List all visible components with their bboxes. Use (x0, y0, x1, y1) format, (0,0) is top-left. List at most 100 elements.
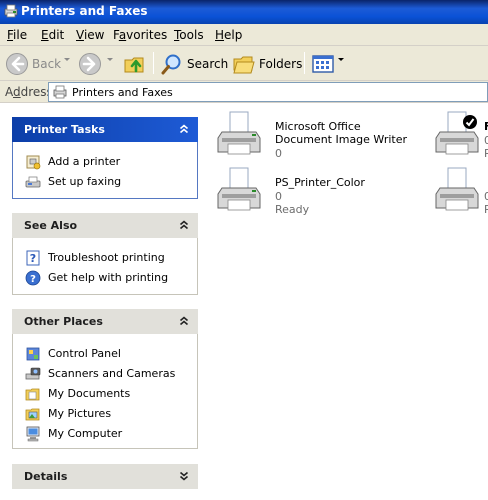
menu-favorites[interactable]: Favorites (113, 28, 167, 42)
printer-docs: 0 (484, 190, 488, 203)
menu-tools-label: ools (179, 28, 204, 42)
address-bar: Address Printers and Faxes (0, 81, 488, 103)
printer-tasks-panel: Printer Tasks Add a printer Set up faxin… (12, 117, 198, 199)
views-icon (312, 55, 334, 73)
menu-view[interactable]: View (76, 28, 104, 42)
address-value: Printers and Faxes (72, 86, 173, 99)
window-title: Printers and Faxes (21, 4, 148, 18)
collapse-chevron-icon[interactable] (177, 122, 191, 136)
pictures-folder-icon (25, 408, 40, 421)
printer-name: F (484, 120, 488, 133)
menu-view-label: iew (83, 28, 105, 42)
menu-edit-label: dit (48, 28, 65, 42)
get-help-printing-label: Get help with printing (48, 271, 169, 284)
printer-item[interactable]: PS_Printer_Color 0 Ready (216, 166, 416, 222)
details-panel: Details (12, 464, 198, 489)
set-up-faxing-label: Set up faxing (48, 175, 122, 188)
computer-icon (26, 426, 40, 442)
printer-docs: 0 (275, 147, 282, 160)
default-printer-check-icon (463, 115, 477, 129)
printer-icon (217, 111, 261, 155)
toolbar-separator (304, 52, 305, 74)
menu-tools[interactable]: Tools (174, 28, 204, 42)
menu-bar: File Edit View Favorites Tools Help (0, 24, 488, 46)
menu-help-label: elp (224, 28, 243, 42)
search-button[interactable]: Search (158, 50, 228, 77)
folders-label: Folders (259, 57, 303, 71)
address-label-accel: d (13, 85, 21, 99)
toolbar: Back Search Folders (0, 46, 488, 81)
printers-folder-icon (53, 85, 67, 99)
menu-favorites-label: vorites (126, 28, 168, 42)
see-also-header[interactable]: See Also (12, 213, 198, 238)
fax-icon (25, 176, 41, 188)
printer-docs: 0 (275, 190, 282, 203)
menu-edit[interactable]: Edit (41, 28, 64, 42)
details-header[interactable]: Details (12, 464, 198, 489)
add-printer-icon (26, 155, 41, 170)
add-printer-label: Add a printer (48, 155, 121, 168)
up-folder-button[interactable] (121, 50, 149, 77)
back-button[interactable]: Back (3, 50, 71, 77)
printer-status: R (484, 147, 488, 160)
printer-status: Ready (275, 203, 310, 216)
printer-list: Microsoft Office Document Image Writer 0… (208, 104, 488, 500)
printer-item[interactable]: F 0 R (434, 110, 488, 166)
printer-status: R (484, 203, 488, 216)
troubleshoot-printing-label: Troubleshoot printing (48, 251, 165, 264)
control-panel-label: Control Panel (48, 347, 121, 360)
documents-folder-icon (25, 388, 40, 401)
see-also-title: See Also (24, 219, 78, 232)
my-computer-label: My Computer (48, 427, 123, 440)
see-also-panel: See Also ? Troubleshoot printing ? Get h… (12, 213, 198, 295)
printer-item[interactable]: 0 R (434, 166, 488, 222)
back-label: Back (32, 57, 62, 71)
address-field[interactable]: Printers and Faxes (48, 82, 488, 102)
svg-text:?: ? (30, 252, 36, 265)
printer-tasks-body: Add a printer Set up faxing (12, 142, 198, 199)
scanner-icon (25, 367, 41, 380)
menu-file[interactable]: File (7, 28, 27, 42)
my-pictures-label: My Pictures (48, 407, 112, 420)
other-places-title: Other Places (24, 315, 103, 328)
expand-chevron-icon[interactable] (177, 469, 191, 483)
printer-icon (435, 167, 479, 211)
printer-docs: 0 (484, 134, 488, 147)
help-book-icon: ? (26, 250, 40, 266)
task-pane: Printer Tasks Add a printer Set up faxin… (0, 104, 208, 500)
help-icon: ? (25, 270, 41, 286)
menu-edit-accel: E (41, 28, 49, 42)
svg-text:?: ? (30, 274, 36, 285)
back-arrow-icon (6, 53, 28, 75)
menu-help[interactable]: Help (215, 28, 242, 42)
views-button[interactable] (309, 50, 345, 77)
folders-icon (233, 56, 255, 74)
search-icon (161, 54, 181, 75)
menu-view-accel: V (76, 28, 84, 42)
address-label: Address (5, 85, 53, 99)
control-panel-icon (26, 347, 40, 361)
scanners-cameras-label: Scanners and Cameras (48, 367, 176, 380)
collapse-chevron-icon[interactable] (177, 314, 191, 328)
other-places-panel: Other Places Control Panel Scanners and (12, 309, 198, 449)
menu-help-accel: H (215, 28, 225, 42)
up-folder-icon (124, 57, 144, 73)
forward-dropdown-icon[interactable] (107, 58, 113, 61)
views-dropdown-icon[interactable] (338, 58, 344, 61)
printer-name: PS_Printer_Color (275, 176, 365, 189)
menu-file-label: ile (13, 28, 28, 42)
other-places-header[interactable]: Other Places (12, 309, 198, 334)
folders-button[interactable]: Folders (230, 50, 302, 77)
collapse-chevron-icon[interactable] (177, 218, 191, 232)
printers-folder-icon (4, 4, 18, 18)
forward-arrow-icon (79, 53, 101, 75)
back-dropdown-icon[interactable] (64, 58, 70, 61)
details-title: Details (24, 470, 68, 483)
printer-item[interactable]: Microsoft Office Document Image Writer 0 (216, 110, 416, 166)
other-places-body: Control Panel Scanners and Cameras My Do… (12, 334, 198, 449)
my-documents-label: My Documents (48, 387, 131, 400)
search-label: Search (187, 57, 229, 71)
forward-button[interactable] (76, 50, 104, 77)
printer-icon (217, 167, 261, 211)
printer-tasks-header[interactable]: Printer Tasks (12, 117, 198, 142)
